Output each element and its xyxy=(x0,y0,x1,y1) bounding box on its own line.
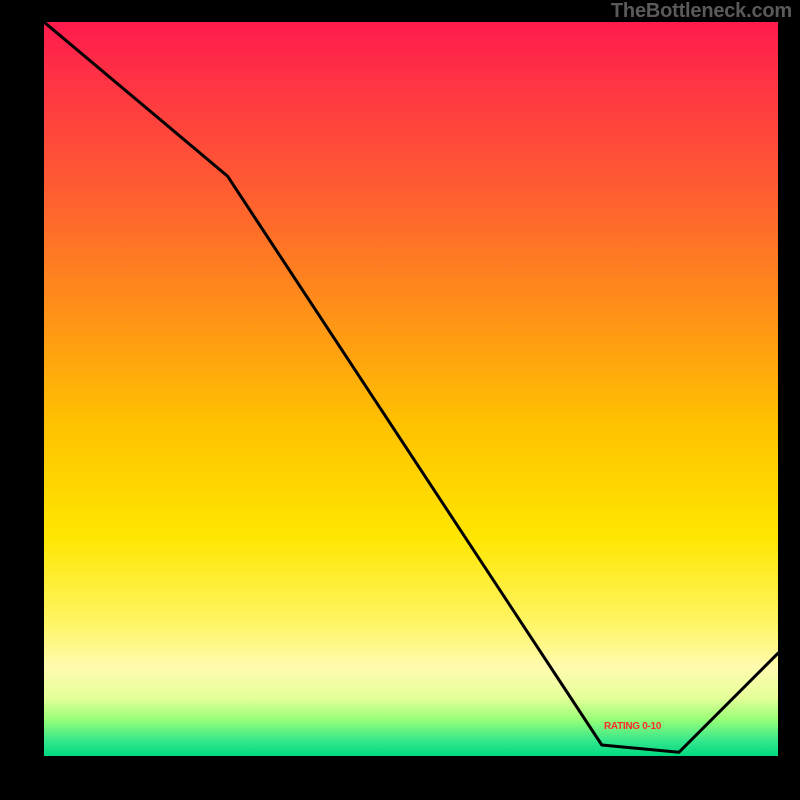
plot-area: RATING 0-10 xyxy=(44,22,778,756)
watermark-text: TheBottleneck.com xyxy=(611,0,792,23)
bottom-annotation: RATING 0-10 xyxy=(604,721,661,732)
curve-svg xyxy=(44,22,778,756)
curve-line xyxy=(44,22,778,752)
chart-frame: RATING 0-10 xyxy=(22,22,778,778)
